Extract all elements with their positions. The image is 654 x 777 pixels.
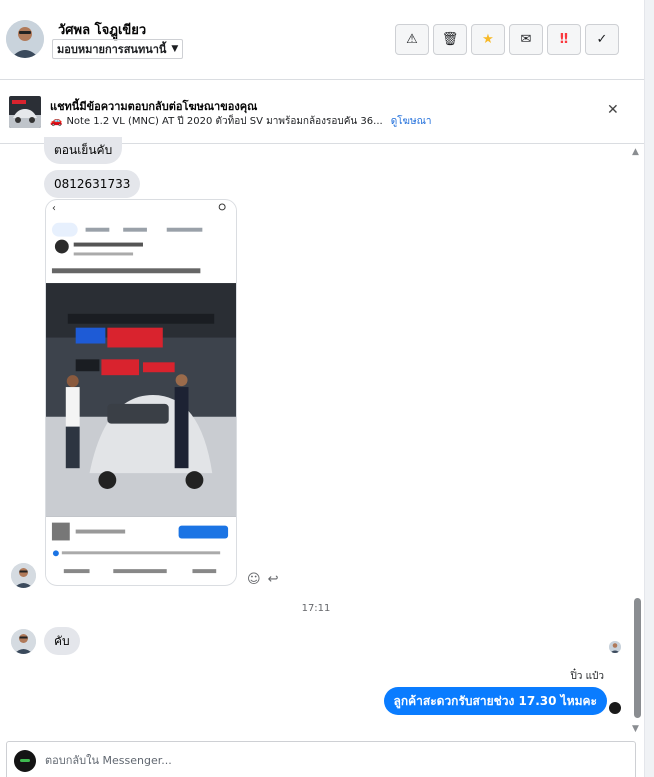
ad-banner-title: แชทนี้มีข้อความตอบกลับต่อโฆษณาของคุณ: [50, 100, 258, 113]
close-icon[interactable]: ✕: [607, 102, 619, 118]
seen-by-avatar: [609, 641, 621, 653]
envelope-icon: ✉: [520, 32, 532, 47]
page-logo-icon: [14, 750, 36, 772]
caret-down-icon: ▼: [171, 44, 179, 54]
sender-avatar[interactable]: [11, 563, 36, 588]
follow-up-button[interactable]: ‼: [547, 24, 581, 55]
star-button[interactable]: ★: [471, 24, 505, 55]
sender-avatar[interactable]: [11, 629, 36, 654]
page-avatar: [609, 702, 621, 714]
double-exclamation-icon: ‼: [559, 32, 569, 47]
assign-label: มอบหมายการสนทนานี้: [57, 43, 167, 56]
view-ad-link[interactable]: ดูโฆษณา: [391, 114, 432, 129]
report-spam-button[interactable]: ⚠: [395, 24, 429, 55]
warning-triangle-icon: ⚠: [406, 32, 418, 47]
reply-input[interactable]: [45, 754, 605, 767]
message-actions: ☺ ↩: [247, 572, 278, 587]
incoming-message[interactable]: 0812631733: [44, 170, 141, 198]
header-actions: ⚠ 🗑 ★ ✉ ‼ ✓: [395, 24, 619, 55]
check-icon: ✓: [596, 32, 608, 47]
incoming-message[interactable]: ตอนเย็นคับ: [44, 137, 123, 164]
ad-banner-subtitle: 🚗 Note 1.2 VL (MNC) AT ปี 2020 ตัวท็อป S…: [50, 114, 431, 129]
react-emoji-icon[interactable]: ☺: [247, 572, 261, 587]
reply-composer[interactable]: [6, 741, 636, 777]
mark-unread-button[interactable]: ✉: [509, 24, 543, 55]
customer-avatar[interactable]: [6, 20, 44, 58]
svg-text:‹: ‹: [52, 203, 56, 214]
customer-name[interactable]: วัศพล โจฎูเขียว: [58, 19, 146, 40]
timestamp-separator: 17:11: [301, 603, 331, 614]
agent-name: ปิ๋ว แป๋ว: [570, 671, 604, 682]
scroll-down-arrow-icon[interactable]: ▼: [632, 724, 639, 734]
star-icon: ★: [482, 32, 494, 47]
ad-reply-banner: แชทนี้มีข้อความตอบกลับต่อโฆษณาของคุณ 🚗 N…: [0, 80, 644, 144]
mark-done-button[interactable]: ✓: [585, 24, 619, 55]
conversation-header: วัศพล โจฎูเขียว มอบหมายการสนทนานี้ ▼ ⚠ 🗑…: [0, 0, 644, 80]
delete-button[interactable]: 🗑: [433, 24, 467, 55]
shared-post-screenshot[interactable]: ‹: [45, 199, 237, 586]
scroll-up-arrow-icon[interactable]: ▲: [632, 147, 639, 157]
window-right-edge: [644, 0, 654, 777]
car-icon: 🚗: [50, 116, 63, 127]
reply-arrow-icon[interactable]: ↩: [268, 572, 279, 587]
ad-thumbnail[interactable]: [9, 96, 41, 128]
scrollbar-thumb[interactable]: [634, 598, 641, 718]
ad-description: Note 1.2 VL (MNC) AT ปี 2020 ตัวท็อป SV …: [66, 116, 383, 127]
trash-icon: 🗑: [441, 32, 459, 47]
assign-conversation-dropdown[interactable]: มอบหมายการสนทนานี้ ▼: [52, 39, 184, 59]
incoming-message[interactable]: คับ: [44, 627, 80, 655]
outgoing-message[interactable]: ลูกค้าสะดวกรับสายช่วง 17.30 ไหมคะ: [383, 687, 607, 715]
